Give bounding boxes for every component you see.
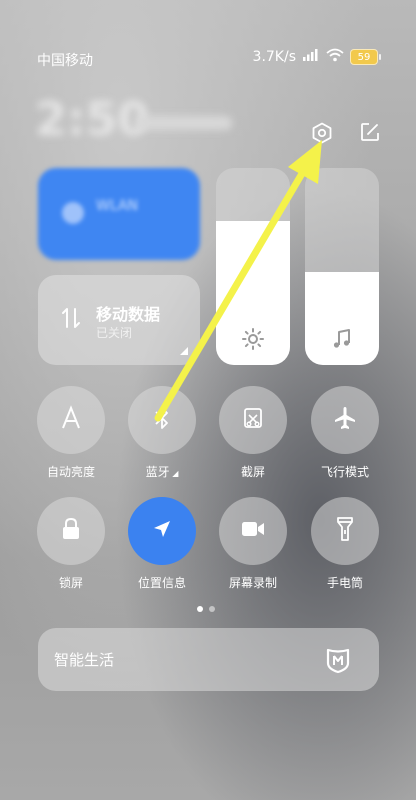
volume-slider-fill — [305, 272, 379, 365]
carrier-name: 中国移动 — [37, 53, 93, 69]
lock-screen-toggle[interactable] — [37, 497, 105, 565]
data-transfer-icon — [60, 305, 82, 335]
clock-date — [136, 116, 232, 130]
location-icon — [150, 517, 174, 545]
wifi-tile[interactable]: WLAN — [38, 168, 200, 260]
page-indicator — [197, 606, 215, 612]
flashlight-icon — [335, 515, 355, 547]
expand-corner-icon — [180, 347, 188, 355]
bluetooth-label-row: 蓝牙 ◢ — [114, 463, 210, 480]
smart-home-label: 智能生活 — [54, 651, 115, 669]
bluetooth-icon — [151, 405, 173, 435]
bluetooth-toggle[interactable] — [128, 386, 196, 454]
status-indicators: 3.7K/s 59 — [252, 48, 381, 66]
screenshot-toggle[interactable] — [219, 386, 287, 454]
auto-brightness-label: 自动亮度 — [46, 465, 95, 479]
battery-indicator: 59 — [350, 49, 381, 65]
mobile-data-tile[interactable]: 移动数据 已关闭 — [38, 275, 200, 365]
location-toggle[interactable] — [128, 497, 196, 565]
page-dot-1[interactable] — [197, 606, 203, 612]
wifi-icon — [62, 202, 84, 224]
screenshot-label: 截屏 — [240, 465, 265, 479]
mi-home-icon — [325, 646, 351, 678]
music-note-icon — [305, 327, 379, 351]
expand-triangle-icon: ◢ — [169, 469, 179, 478]
status-bar: 中国移动 3.7K/s 59 — [0, 48, 416, 72]
network-speed: 3.7K/s — [252, 49, 296, 65]
settings-icon[interactable] — [308, 119, 336, 147]
mobile-data-status: 已关闭 — [96, 326, 133, 340]
volume-slider[interactable] — [305, 168, 379, 365]
mobile-data-title: 移动数据 — [96, 305, 161, 324]
smart-home-bar[interactable]: 智能生活 — [38, 628, 379, 691]
airplane-mode-toggle[interactable] — [311, 386, 379, 454]
video-camera-icon — [240, 518, 266, 544]
airplane-mode-label: 飞行模式 — [320, 465, 369, 479]
brightness-slider[interactable] — [216, 168, 290, 365]
flashlight-toggle[interactable] — [311, 497, 379, 565]
bluetooth-label: 蓝牙 — [145, 465, 170, 479]
sun-icon — [216, 327, 290, 351]
edit-icon[interactable] — [356, 118, 384, 146]
wifi-status-icon — [326, 48, 344, 66]
signal-icon — [302, 48, 320, 66]
auto-brightness-icon — [58, 405, 84, 435]
lock-icon — [59, 516, 83, 546]
auto-brightness-toggle[interactable] — [37, 386, 105, 454]
location-label: 位置信息 — [137, 576, 186, 590]
lock-screen-label: 锁屏 — [58, 576, 83, 590]
wifi-tile-title: WLAN — [96, 198, 139, 214]
clock-time: 2:50 — [35, 92, 150, 146]
screen-record-label: 屏幕录制 — [228, 576, 277, 590]
screenshot-icon — [240, 405, 266, 435]
flashlight-label: 手电筒 — [326, 576, 363, 590]
airplane-icon — [332, 405, 358, 435]
page-dot-2[interactable] — [209, 606, 215, 612]
screen-record-toggle[interactable] — [219, 497, 287, 565]
